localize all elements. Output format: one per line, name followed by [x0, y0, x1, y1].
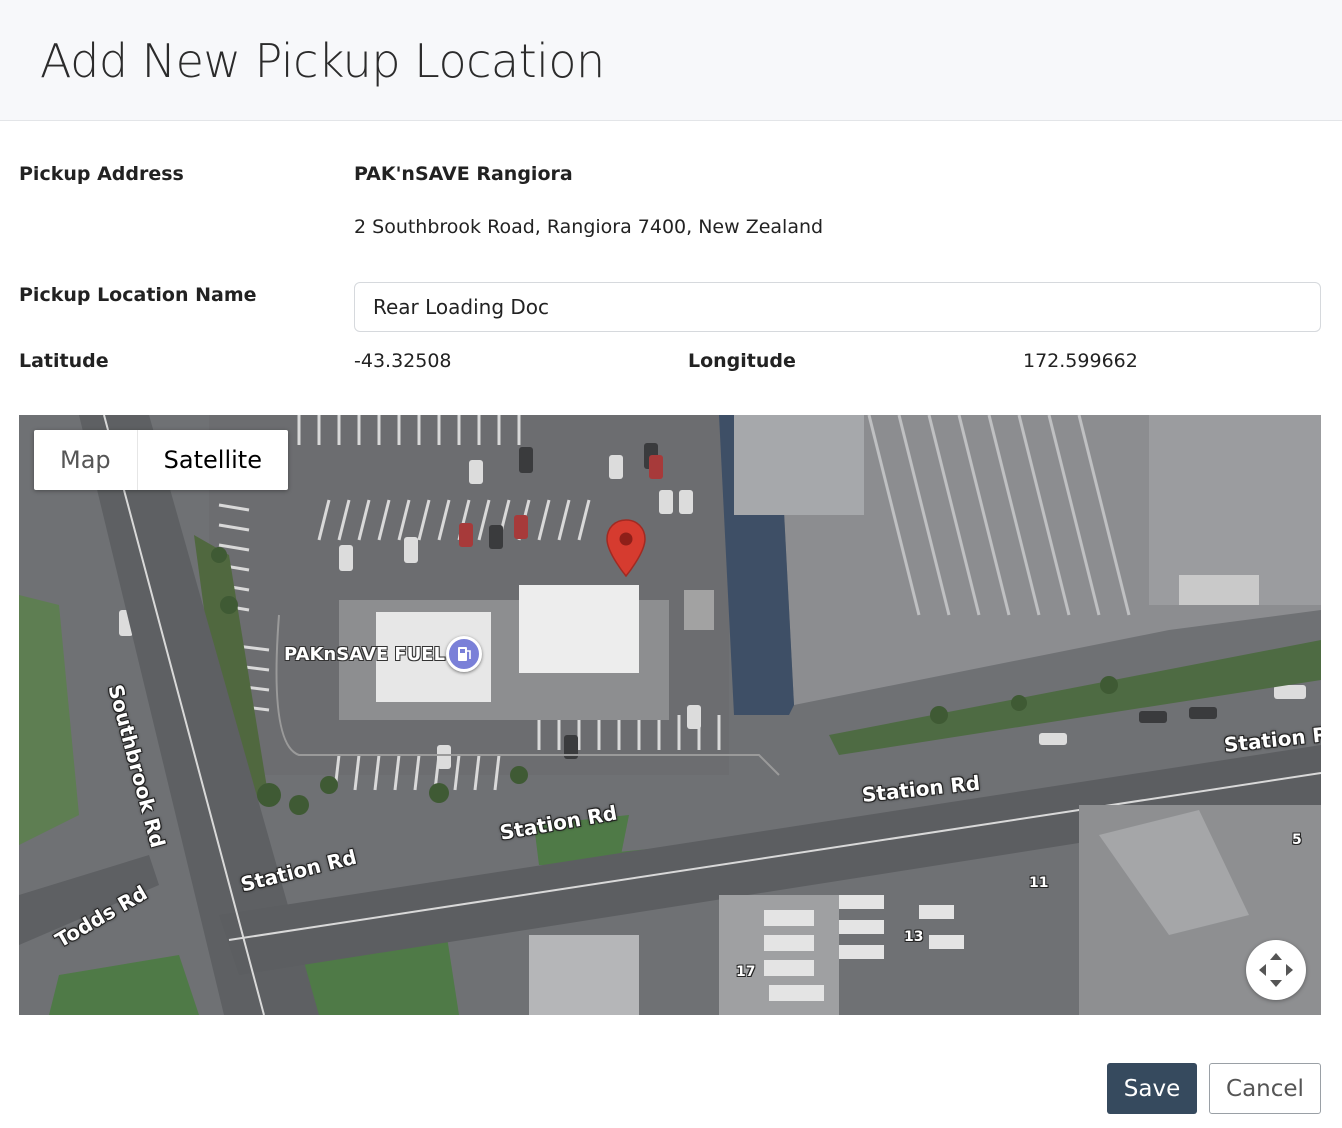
page-title: Add New Pickup Location [40, 34, 605, 88]
dialog-header: Add New Pickup Location [0, 0, 1342, 121]
poi-label: PAKnSAVE FUEL [284, 644, 446, 665]
longitude-value: 172.599662 [1023, 350, 1138, 372]
pickup-location-name-input[interactable] [354, 282, 1321, 332]
address-line: 2 Southbrook Road, Rangiora 7400, New Ze… [354, 216, 824, 238]
building-number: 17 [736, 964, 756, 980]
building-number: 13 [904, 929, 924, 945]
building-number: 11 [1029, 875, 1049, 891]
pickup-address-label: Pickup Address [19, 163, 184, 185]
latitude-value: -43.32508 [354, 350, 452, 372]
move-arrows-icon [1259, 953, 1293, 987]
map-view[interactable]: Map Satellite PAKnSAVE FUEL Southbrook R… [19, 415, 1321, 1015]
pickup-location-name-label: Pickup Location Name [19, 284, 257, 306]
address-name: PAK'nSAVE Rangiora [354, 163, 573, 185]
save-button[interactable]: Save [1107, 1063, 1197, 1114]
map-type-control: Map Satellite [34, 430, 288, 490]
latitude-label: Latitude [19, 350, 109, 372]
map-pin-icon[interactable] [606, 519, 646, 577]
map-type-map-button[interactable]: Map [34, 430, 138, 490]
map-type-satellite-button[interactable]: Satellite [138, 430, 288, 490]
building-number: 5 [1292, 832, 1302, 848]
cancel-button[interactable]: Cancel [1209, 1063, 1321, 1114]
map-camera-control[interactable] [1246, 940, 1306, 1000]
fuel-icon[interactable] [446, 636, 482, 672]
satellite-imagery [19, 415, 1321, 1015]
longitude-label: Longitude [688, 350, 796, 372]
